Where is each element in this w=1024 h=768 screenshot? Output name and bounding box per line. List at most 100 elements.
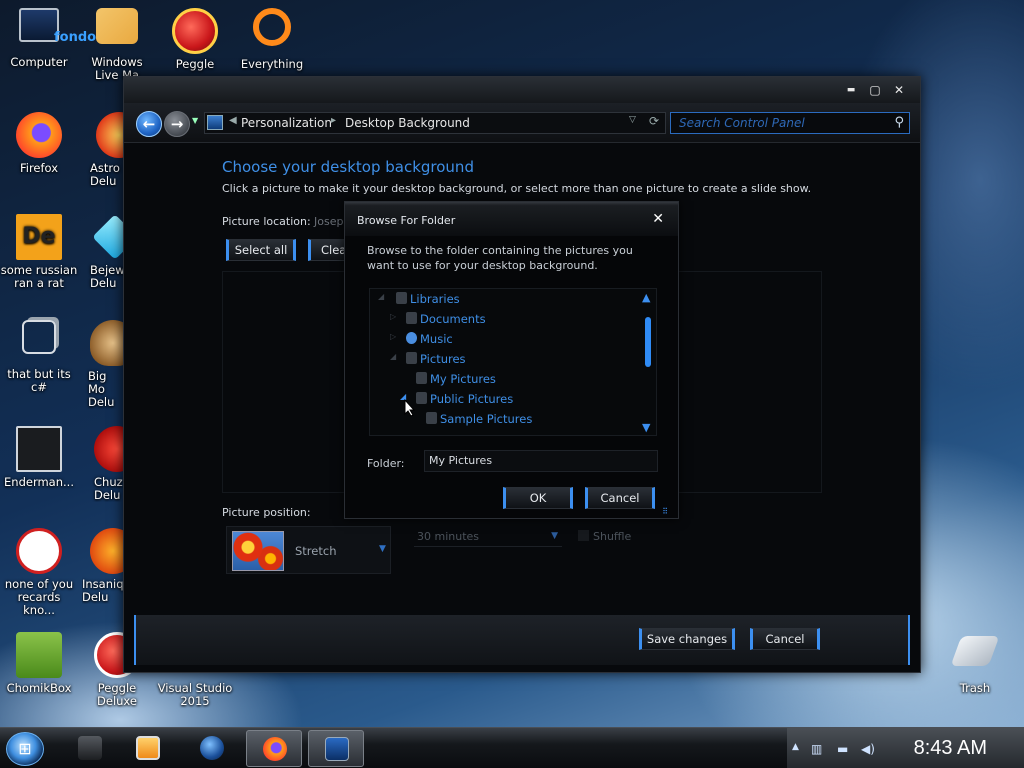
collapse-arrow-icon[interactable]: ◢ [378,292,384,301]
ok-button[interactable]: OK [503,487,573,509]
desktop-icon-bejeweled[interactable]: Bejew Delu [84,214,124,290]
tree-item-public-pictures[interactable]: ◢ Public Pictures [400,392,513,406]
taskbar-item-media-player[interactable] [120,730,176,767]
select-all-button[interactable]: Select all [226,239,296,261]
forward-button[interactable]: → [164,111,190,137]
tree-item-libraries[interactable]: ◢ Libraries [378,292,460,306]
desktop-icon-dragon[interactable]: none of you recards kno... [0,528,78,617]
search-input[interactable]: Search Control Panel [679,116,805,130]
search-icon[interactable]: ⚲ [894,115,904,130]
desktop-icon-enderman[interactable]: Enderman... [0,426,78,489]
recent-pages-chevron-icon[interactable]: ▼ [192,116,198,125]
search-box[interactable]: Search Control Panel ⚲ [670,112,910,134]
expand-arrow-icon[interactable]: ▷ [390,332,396,341]
desktop-icon-chomikbox[interactable]: ChomikBox [0,632,78,695]
firefox-icon [263,737,287,761]
scroll-up-icon[interactable]: ▲ [642,291,650,304]
window-titlebar[interactable]: ▬ ▢ ✕ [124,77,920,103]
back-button[interactable]: ← [136,111,162,137]
scroll-down-icon[interactable]: ▼ [642,421,650,434]
taskbar-item-control-panel[interactable] [308,730,364,767]
address-bar: ← → ▼ ◀ Personalization ▸ Desktop Backgr… [124,103,920,143]
folder-label: Folder: [367,457,405,470]
scrollbar-thumb[interactable] [645,317,651,367]
cancel-button[interactable]: Cancel [750,628,820,650]
bejeweled-icon [92,214,124,260]
collapse-arrow-icon[interactable]: ◢ [390,352,396,361]
desktop-icon-trash[interactable]: Trash [936,636,1014,695]
minimize-button[interactable]: ▬ [844,83,858,97]
picture-position-label: Picture position: [222,506,311,519]
taskbar-item-file-manager[interactable] [62,730,118,767]
tree-item-sample-pictures[interactable]: Sample Pictures [426,412,532,426]
expand-arrow-icon[interactable]: ▷ [390,312,396,321]
arrow-right-icon: → [170,115,184,133]
breadcrumb-arrow-icon[interactable]: ◀ [229,115,237,126]
taskbar-item-firefox[interactable] [246,730,302,767]
breadcrumb-personalization[interactable]: Personalization [241,116,332,130]
desktop-icon-windows-stack[interactable]: that but its c# [0,320,78,394]
start-button[interactable]: ⊞ [6,732,44,766]
libraries-icon [396,292,407,304]
file-manager-icon [78,736,102,760]
clear-all-button[interactable]: Clea [308,239,348,261]
desktop-icon-insaniquarium[interactable]: Insaniq Delu [82,528,124,604]
window-footer: Save changes Cancel [134,615,910,665]
folder-tree[interactable]: ◢ Libraries ▷ Documents ▷ Music ◢ Pictur… [369,288,657,436]
desktop-icon-firefox[interactable]: Firefox [0,112,78,175]
folder-field[interactable]: My Pictures [424,450,658,472]
dialog-title: Browse For Folder [357,214,456,227]
dialog-titlebar[interactable]: Browse For Folder ✕ [345,202,678,236]
refresh-icon[interactable]: ⟳ [649,114,659,128]
close-button[interactable]: ✕ [892,83,906,97]
breadcrumb-desktop-background[interactable]: Desktop Background [345,116,470,130]
music-icon [406,332,417,344]
money-bag-icon [90,320,124,366]
windows-live-icon [96,8,138,44]
dialog-cancel-button[interactable]: Cancel [585,487,655,509]
slideshow-interval-dropdown[interactable]: 30 minutes ▼ [414,527,562,547]
folder-icon [426,412,437,424]
clock[interactable]: 8:43 AM [914,737,987,760]
save-changes-button[interactable]: Save changes [639,628,735,650]
folder-icon [416,372,427,384]
desktop-icon-de[interactable]: De some russian ran a rat [0,214,78,290]
shuffle-label: Shuffle [593,530,632,543]
desktop-icon-astro[interactable]: Astro Delu [84,112,124,188]
dialog-instruction: Browse to the folder containing the pict… [367,244,633,272]
desktop-icon-peggle[interactable]: Peggle [156,8,234,71]
network-icon[interactable]: ▥ [811,742,822,756]
interval-value: 30 minutes [417,530,480,543]
breadcrumb[interactable]: ◀ Personalization ▸ Desktop Background ▽… [204,112,666,134]
picture-location-select[interactable]: Josep [314,215,343,228]
tree-item-my-pictures[interactable]: My Pictures [416,372,496,386]
tree-item-music[interactable]: ▷ Music [390,332,453,346]
desktop-icon-everything[interactable]: Everything [233,8,311,71]
monitor-icon[interactable]: ▬ [837,742,848,756]
system-tray: ▲ ▥ ▬ ◀) 8:43 AM [787,728,1024,768]
peggle-icon [172,8,218,54]
picture-position-dropdown[interactable]: Stretch ▼ [226,526,391,574]
show-hidden-icons-icon[interactable]: ▲ [792,742,799,752]
maximize-button[interactable]: ▢ [868,83,882,97]
breadcrumb-arrow-icon[interactable]: ▸ [331,115,336,126]
checkbox-icon [578,530,589,541]
tree-item-pictures[interactable]: ◢ Pictures [390,352,466,366]
tree-scrollbar[interactable]: ▲ ▼ [640,289,656,435]
control-panel-icon [325,737,349,761]
tree-item-documents[interactable]: ▷ Documents [390,312,486,326]
shuffle-checkbox[interactable]: Shuffle [578,530,631,543]
resize-grip-icon[interactable]: ⠿ [662,507,668,516]
page-title: Choose your desktop background [222,158,474,176]
browse-folder-dialog: Browse For Folder ✕ Browse to the folder… [344,201,679,519]
globe-icon [200,736,224,760]
folder-icon [416,392,427,404]
dialog-close-button[interactable]: ✕ [652,211,664,227]
astro-icon [96,112,124,158]
desktop-icon-chuzzle[interactable]: Chuz Delu [84,426,124,502]
address-dropdown-icon[interactable]: ▽ [629,115,636,125]
taskbar-item-globe[interactable] [184,730,240,767]
picture-position-value: Stretch [295,544,337,558]
desktop-icon-big-money[interactable]: Big Mo Delu [84,320,124,409]
volume-icon[interactable]: ◀) [861,742,875,756]
